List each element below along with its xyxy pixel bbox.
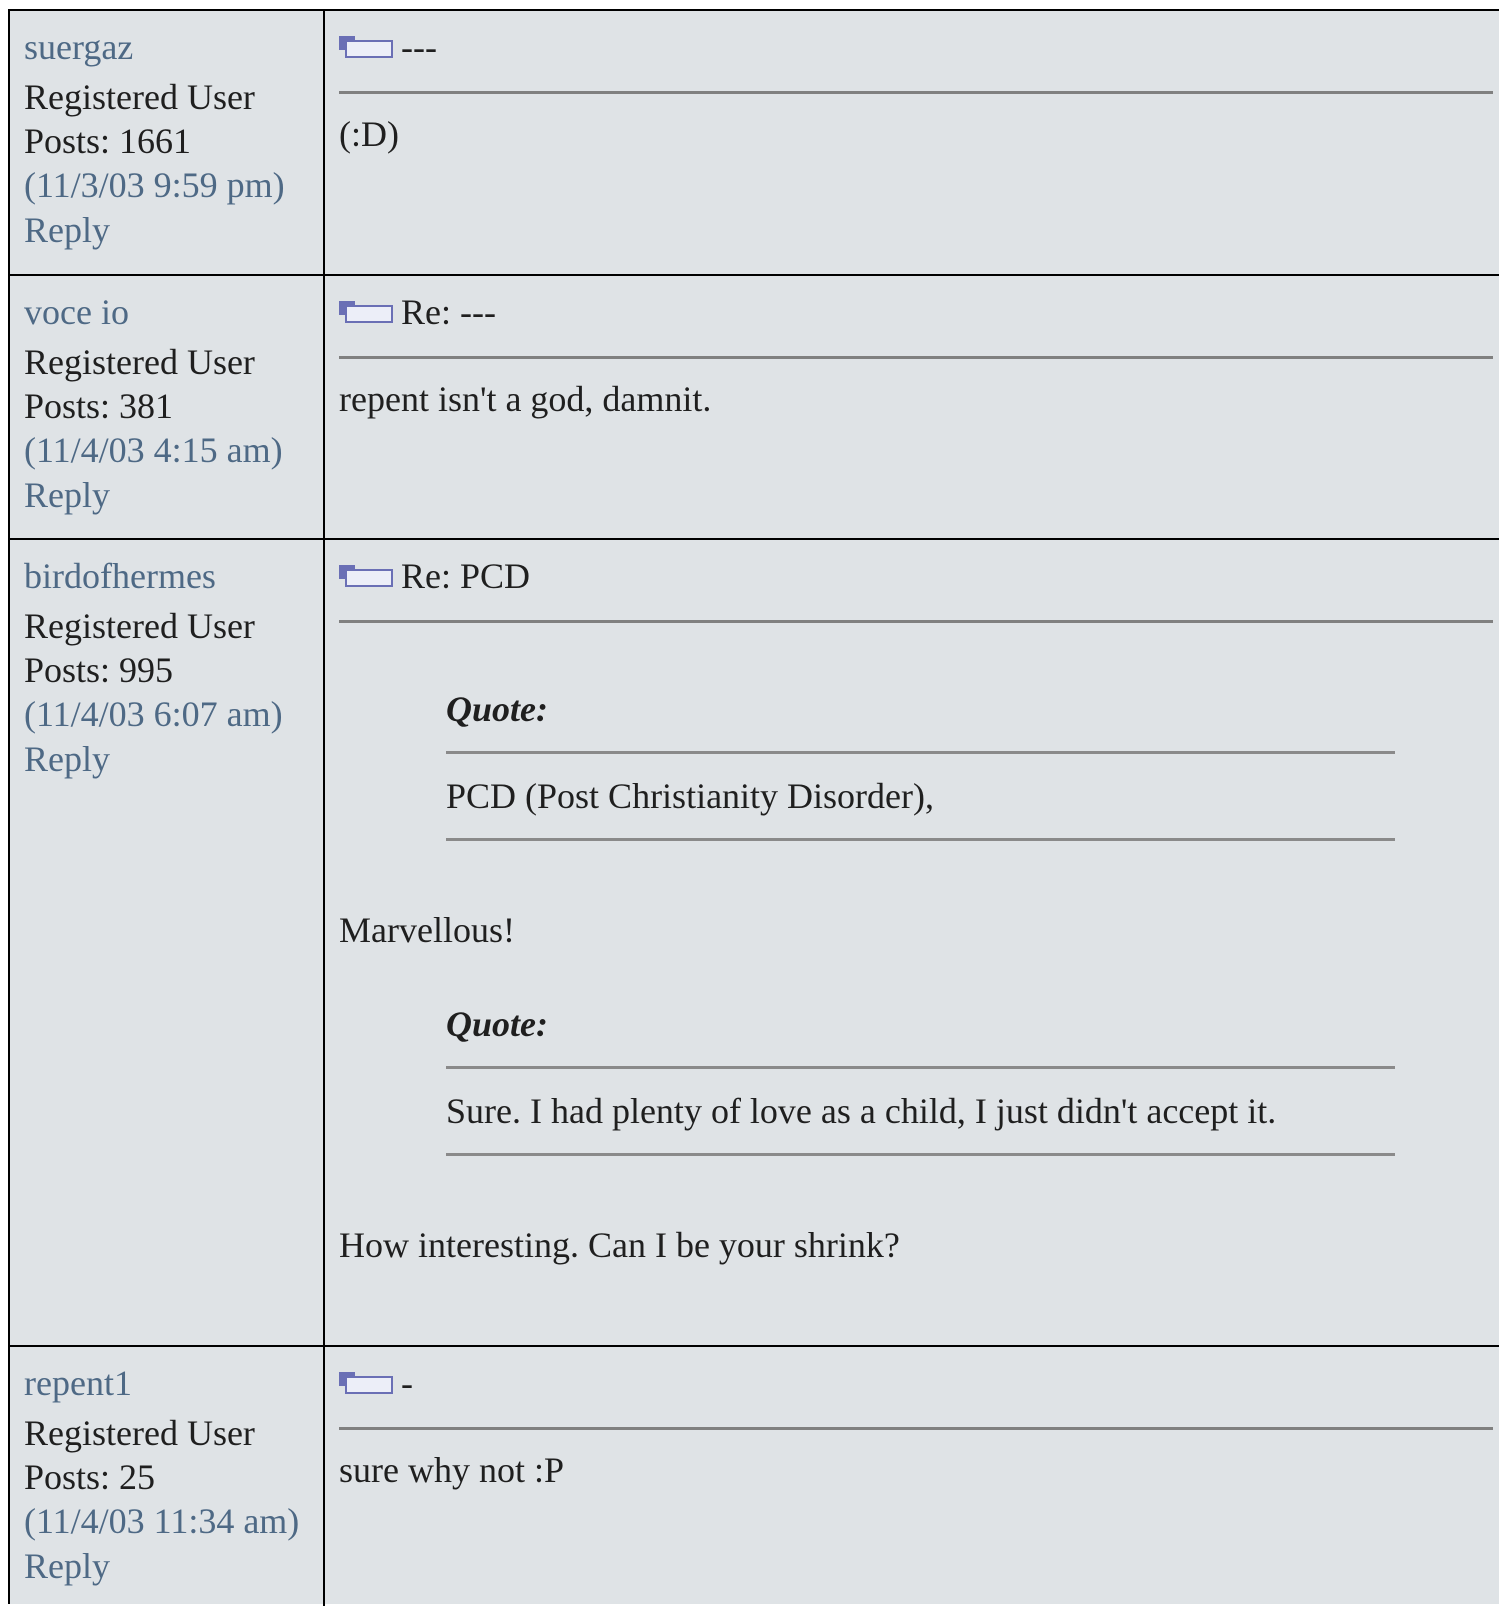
- quote-divider-top: [446, 1066, 1395, 1069]
- post-icon: [339, 565, 393, 587]
- author-rank: Registered User: [24, 1413, 255, 1453]
- author-cell: birdofhermes Registered User Posts: 995 …: [10, 540, 325, 1345]
- author-cell: voce io Registered User Posts: 381 (11/4…: [10, 276, 325, 538]
- quote-block: Quote: Sure. I had plenty of love as a c…: [446, 1002, 1395, 1156]
- quote-text: PCD (Post Christianity Disorder),: [446, 776, 935, 816]
- post-date: (11/4/03 4:15 am): [24, 430, 283, 470]
- author-cell: repent1 Registered User Posts: 25 (11/4/…: [10, 1347, 325, 1606]
- author-post-count: Posts: 25: [24, 1457, 156, 1497]
- quote-divider-top: [446, 751, 1395, 754]
- post-subject: -: [401, 1363, 413, 1403]
- post-date: (11/4/03 6:07 am): [24, 694, 283, 734]
- author-name-link[interactable]: repent1: [24, 1361, 323, 1405]
- post-subject: Re: ---: [401, 292, 496, 332]
- post-body-text: Marvellous!: [339, 910, 515, 950]
- post-body: (:D): [339, 114, 399, 154]
- message-cell: Re: PCD Quote: PCD (Post Christianity Di…: [325, 540, 1499, 1345]
- reply-link[interactable]: Reply: [24, 208, 323, 253]
- subject-row: -: [339, 1361, 1499, 1405]
- subject-divider: [339, 356, 1493, 359]
- post-subject: ---: [401, 27, 437, 67]
- quote-label: Quote:: [446, 689, 548, 729]
- post-row: voce io Registered User Posts: 381 (11/4…: [10, 276, 1499, 540]
- quote-text: Sure. I had plenty of love as a child, I…: [446, 1091, 1277, 1131]
- quote-divider-bottom: [446, 838, 1395, 841]
- post-body: sure why not :P: [339, 1450, 564, 1490]
- subject-divider: [339, 1427, 1493, 1430]
- author-name-link[interactable]: birdofhermes: [24, 554, 323, 598]
- subject-row: ---: [339, 25, 1499, 69]
- post-row: suergaz Registered User Posts: 1661 (11/…: [10, 11, 1499, 276]
- post-row: repent1 Registered User Posts: 25 (11/4/…: [10, 1347, 1499, 1606]
- thread-table: suergaz Registered User Posts: 1661 (11/…: [8, 9, 1499, 1606]
- quote-block: Quote: PCD (Post Christianity Disorder),: [446, 687, 1395, 841]
- quote-divider-bottom: [446, 1153, 1395, 1156]
- post-icon: [339, 1372, 393, 1394]
- post-date: (11/3/03 9:59 pm): [24, 165, 285, 205]
- subject-row: Re: ---: [339, 290, 1499, 334]
- subject-row: Re: PCD: [339, 554, 1499, 598]
- post-body: repent isn't a god, damnit.: [339, 379, 712, 419]
- post-date: (11/4/03 11:34 am): [24, 1501, 300, 1541]
- subject-divider: [339, 620, 1493, 623]
- author-cell: suergaz Registered User Posts: 1661 (11/…: [10, 11, 325, 274]
- message-cell: Re: --- repent isn't a god, damnit.: [325, 276, 1499, 538]
- author-post-count: Posts: 381: [24, 386, 174, 426]
- author-rank: Registered User: [24, 77, 255, 117]
- subject-divider: [339, 91, 1493, 94]
- quote-label: Quote:: [446, 1004, 548, 1044]
- reply-link[interactable]: Reply: [24, 1544, 323, 1589]
- author-name-link[interactable]: suergaz: [24, 25, 323, 69]
- post-body-text: How interesting. Can I be your shrink?: [339, 1225, 900, 1265]
- reply-link[interactable]: Reply: [24, 737, 323, 782]
- message-cell: --- (:D): [325, 11, 1499, 274]
- post-row: birdofhermes Registered User Posts: 995 …: [10, 540, 1499, 1347]
- author-post-count: Posts: 995: [24, 650, 174, 690]
- reply-link[interactable]: Reply: [24, 473, 323, 518]
- author-rank: Registered User: [24, 606, 255, 646]
- author-post-count: Posts: 1661: [24, 121, 192, 161]
- post-icon: [339, 301, 393, 323]
- post-subject: Re: PCD: [401, 556, 531, 596]
- author-rank: Registered User: [24, 342, 255, 382]
- message-cell: - sure why not :P: [325, 1347, 1499, 1606]
- author-name-link[interactable]: voce io: [24, 290, 323, 334]
- post-icon: [339, 36, 393, 58]
